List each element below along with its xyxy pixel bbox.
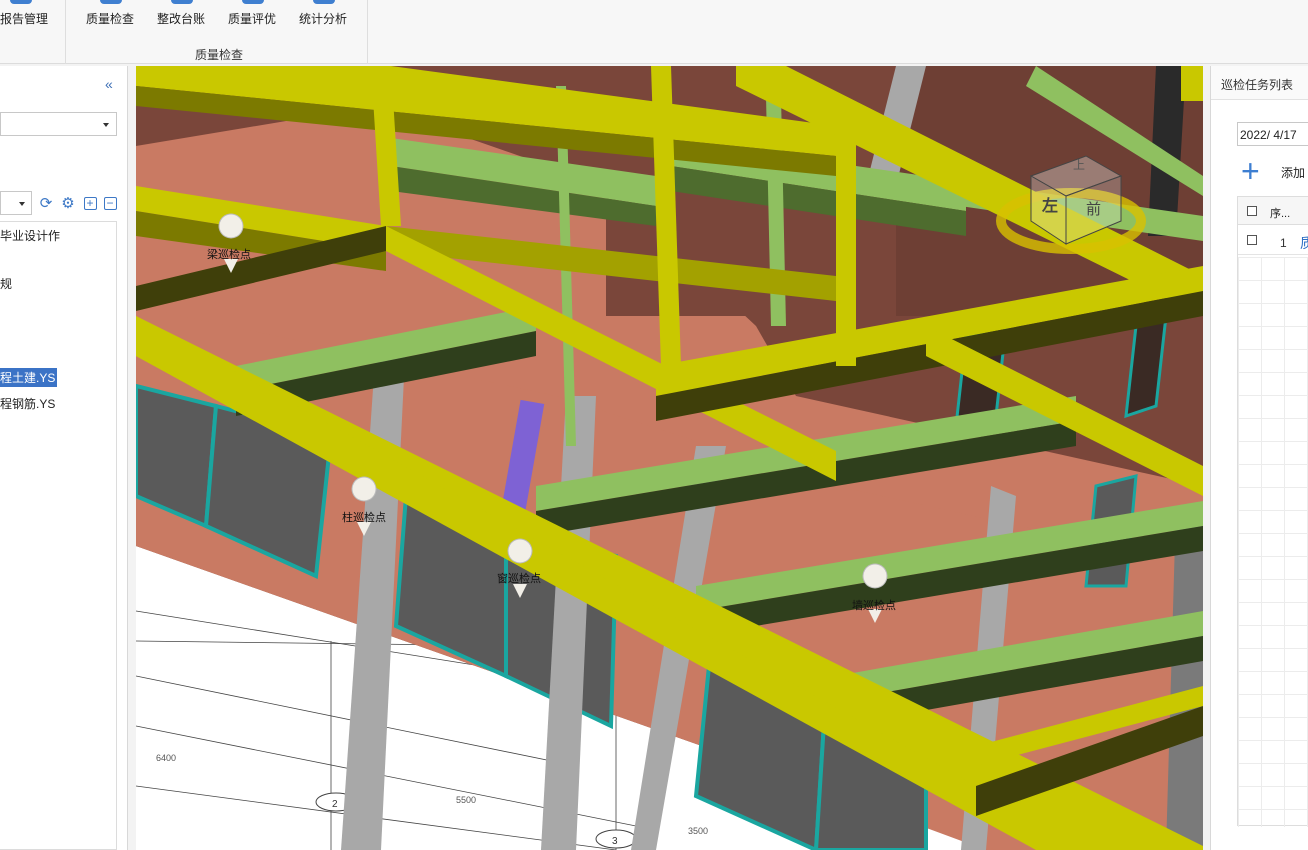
expand-all-icon[interactable]: + <box>82 195 98 211</box>
tree-item-selected[interactable]: 程土建.YS <box>0 368 58 387</box>
rectification-ledger-icon <box>171 0 193 4</box>
project-tree: 毕业设计作 规 程土建.YS 程钢筋.YS <box>0 221 117 850</box>
report-management-label: 报告管理 <box>0 12 49 26</box>
quality-award-label: 质量评优 <box>228 12 277 26</box>
row-checkbox[interactable] <box>1247 235 1257 245</box>
ribbon-divider <box>65 0 66 64</box>
report-icon <box>10 0 32 4</box>
view-cube-front-label: 前 <box>1086 200 1101 218</box>
quality-check-button[interactable]: 质量检查 <box>86 0 138 40</box>
dimension-label: 3500 <box>688 826 708 836</box>
axis-bubble: 3 <box>595 829 637 849</box>
double-chevron-left-icon[interactable]: « <box>105 76 113 92</box>
rectification-ledger-button[interactable]: 整改台账 <box>157 0 209 40</box>
quality-check-icon <box>100 0 122 4</box>
ribbon-group-label: 质量检查 <box>195 48 244 62</box>
axis-label: 2 <box>332 799 338 810</box>
view-cube-top-label: 上 <box>1073 158 1085 172</box>
beam-inspection-point-label[interactable]: 梁巡检点 <box>207 246 251 262</box>
table-empty-area <box>1238 257 1308 827</box>
axis-label: 3 <box>612 836 618 847</box>
dimension-label: 5500 <box>456 795 476 805</box>
row-task-link[interactable]: 质 <box>1300 233 1308 253</box>
building-model-render: 2 3 6400 5500 3500 上 左 前 <box>136 66 1203 850</box>
project-tree-panel: « ⟳ ⚙ + − 毕业设计作 规 程土建.YS 程钢筋.YS <box>0 66 128 850</box>
select-all-checkbox[interactable] <box>1247 206 1257 216</box>
task-table: 序... 1 质 <box>1237 196 1308 827</box>
view-cube-left-label: 左 <box>1041 196 1058 215</box>
panel-title: 巡检任务列表 <box>1221 78 1294 92</box>
column-inspection-point-label[interactable]: 柱巡检点 <box>342 509 386 525</box>
refresh-icon[interactable]: ⟳ <box>38 195 54 212</box>
quality-check-label: 质量检查 <box>86 12 135 26</box>
tree-item[interactable]: 程钢筋.YS <box>0 395 55 412</box>
panel-header: 巡检任务列表 <box>1211 66 1308 100</box>
rectification-ledger-label: 整改台账 <box>157 12 206 26</box>
row-number: 1 <box>1280 236 1287 250</box>
add-task-label: 添加 <box>1281 166 1306 180</box>
statistics-icon <box>313 0 335 4</box>
wall-inspection-point-label[interactable]: 墙巡检点 <box>852 597 896 613</box>
chevron-down-icon <box>103 123 109 127</box>
window-inspection-point-label[interactable]: 窗巡检点 <box>497 570 541 586</box>
model-dropdown[interactable] <box>0 191 32 215</box>
ribbon-toolbar: 报告管理 质量检查 整改台账 质量评优 统计分析 质量检查 <box>0 0 1308 64</box>
quality-award-button[interactable]: 质量评优 <box>228 0 280 40</box>
collapse-all-icon[interactable]: − <box>102 195 118 211</box>
ribbon-divider <box>367 0 368 64</box>
table-row[interactable] <box>1238 225 1308 255</box>
add-task-button[interactable]: + 添加 <box>1241 153 1308 189</box>
dimension-label: 6400 <box>156 753 176 763</box>
tree-item[interactable]: 规 <box>0 275 12 292</box>
settings-icon[interactable]: ⚙ <box>60 195 76 212</box>
report-management-button[interactable]: 报告管理 <box>0 0 48 40</box>
quality-award-icon <box>242 0 264 4</box>
column-header-seq[interactable]: 序... <box>1270 205 1290 221</box>
statistics-analysis-button[interactable]: 统计分析 <box>299 0 351 40</box>
date-picker[interactable]: 2022/ 4/17 <box>1237 122 1308 146</box>
inspection-task-panel: 巡检任务列表 2022/ 4/17 + 添加 序... 1 质 <box>1210 66 1308 850</box>
table-header: 序... <box>1238 197 1308 225</box>
tree-item[interactable]: 毕业设计作 <box>0 227 60 244</box>
project-dropdown[interactable] <box>0 112 117 136</box>
statistics-analysis-label: 统计分析 <box>299 12 348 26</box>
plus-icon: + <box>1241 153 1260 189</box>
model-3d-viewport[interactable]: 2 3 6400 5500 3500 上 左 前 梁巡检点 柱巡检点 窗巡检点 … <box>136 66 1203 850</box>
chevron-down-icon <box>19 202 25 206</box>
